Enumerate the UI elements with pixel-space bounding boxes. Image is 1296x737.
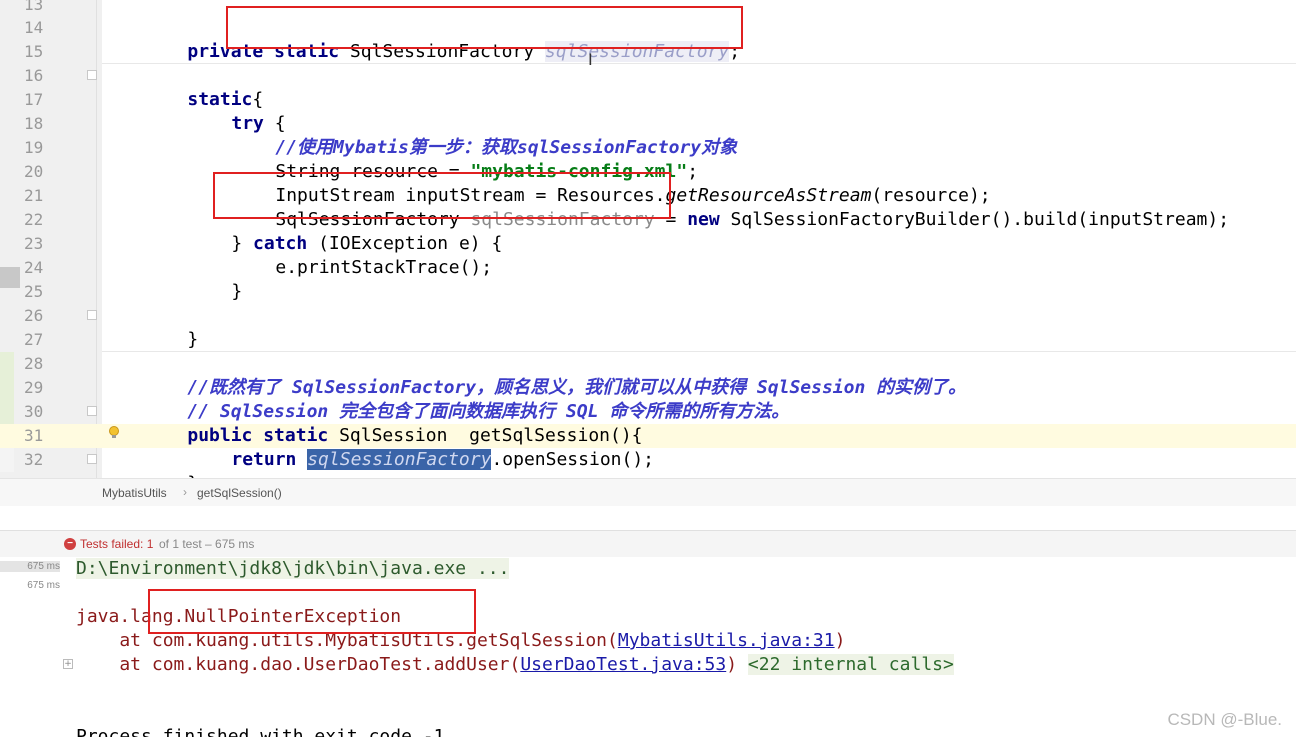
code-line[interactable]: public static SqlSession getSqlSession()… [0,400,1296,446]
stack-trace-text: ) [726,654,748,675]
code-line[interactable]: } [0,256,1296,302]
error-icon: − [64,538,76,550]
code-line[interactable]: try { [0,88,1296,134]
code-line[interactable]: //使用Mybatis第一步：获取sqlSessionFactory对象 [0,112,1296,158]
breadcrumb-method[interactable]: getSqlSession() [197,486,282,500]
expand-icon[interactable]: + [63,659,73,669]
console-line: D:\Environment\jdk8\jdk\bin\java.exe ... [76,557,510,581]
test-status-text: Tests failed: 1 [80,537,153,551]
breadcrumb: MybatisUtils › getSqlSession() [0,478,1296,507]
code-line[interactable]: static{ [0,64,1296,110]
line-number: 25 [24,282,44,301]
lightbulb-icon[interactable] [108,426,120,440]
code-line[interactable]: } [0,304,1296,350]
code-line[interactable]: e.printStackTrace(); [0,232,1296,278]
failed-count: 1 [146,537,154,551]
test-status-label: Tests failed: [80,537,147,551]
console-line: Process finished with exit code -1 [76,726,445,737]
stack-trace-text: at com.kuang.dao.UserDaoTest.addUser( [76,654,521,675]
code-line[interactable]: String resource = "mybatis-config.xml"; [0,136,1296,182]
annotation-box [226,6,743,49]
console-command[interactable]: D:\Environment\jdk8\jdk\bin\java.exe ... [76,558,510,579]
code-line[interactable]: return sqlSessionFactory.openSession(); [0,424,1296,470]
console-line: at com.kuang.dao.UserDaoTest.addUser(Use… [76,653,954,677]
line-number: 27 [24,330,44,349]
code-editor[interactable]: 13 14 15 16 17 18 19 20 21 22 23 24 25 2… [0,0,1296,478]
code-token: } [231,281,243,302]
source-link[interactable]: MybatisUtils.java:31 [618,630,835,651]
watermark: CSDN @-Blue. [1167,710,1282,729]
code-token: } [187,329,199,350]
code-line[interactable]: } [0,448,1296,478]
internal-calls-toggle[interactable]: <22 internal calls> [747,654,954,675]
stack-trace-text: ) [834,630,846,651]
line-number: 15 [24,42,44,61]
panel-divider [0,506,1296,530]
text-cursor-icon: I [588,50,593,69]
test-status-bar: − Tests failed: 1 of 1 test – 675 ms [0,530,1296,558]
source-link[interactable]: UserDaoTest.java:53 [520,654,726,675]
test-tree-row[interactable]: 675 ms [0,580,60,591]
breadcrumb-separator: › [183,485,187,499]
line-number: 13 [24,0,44,14]
code-line[interactable]: //既然有了 SqlSessionFactory，顾名思义，我们就可以从中获得 … [0,352,1296,398]
test-summary: of 1 test – 675 ms [159,537,255,551]
breadcrumb-class[interactable]: MybatisUtils [102,486,167,500]
annotation-box [213,172,671,219]
annotation-box [148,589,476,634]
code-line[interactable]: // SqlSession 完全包含了面向数据库执行 SQL 命令所需的所有方法… [0,376,1296,422]
test-tree[interactable]: 675 ms 675 ms [0,557,62,737]
test-tree-row[interactable]: 675 ms [0,561,60,572]
console-output[interactable]: D:\Environment\jdk8\jdk\bin\java.exe ...… [62,557,1296,737]
